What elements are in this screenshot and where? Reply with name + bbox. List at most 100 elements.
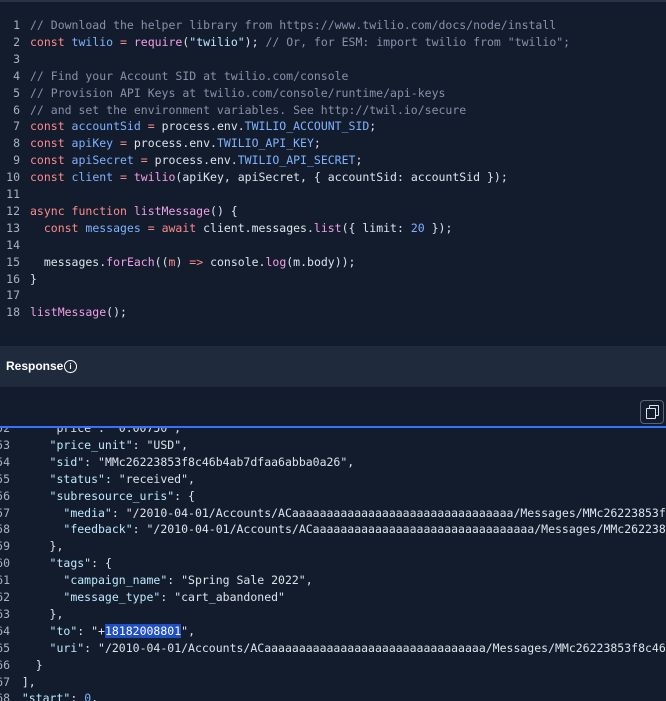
json-text: "price_unit": "USD",	[8, 437, 189, 454]
copy-button[interactable]	[640, 400, 664, 424]
code-token: log	[265, 254, 287, 269]
json-line: 67 ],	[0, 674, 666, 691]
json-text: "status": "received",	[8, 471, 195, 488]
code-token: ();	[106, 305, 127, 320]
code-token: =	[113, 136, 134, 151]
json-token: "USD"	[146, 437, 182, 452]
code-text: const client = twilio(apiKey, apiSecret,…	[30, 169, 508, 186]
code-token: const	[30, 170, 72, 185]
code-token: await	[161, 220, 204, 235]
line-number: 14	[6, 237, 20, 252]
code-token: ((	[154, 254, 169, 269]
code-line: 1 // Download the helper library from htt…	[0, 17, 666, 34]
json-token: "+	[91, 623, 105, 638]
code-token: }	[30, 271, 37, 286]
code-token: client	[71, 170, 114, 185]
json-token: "/2010-04-01/Accounts/ACaaaaaaaaaaaaaaaa…	[98, 640, 666, 655]
code-token: TWILIO_API_KEY	[216, 136, 314, 151]
line-number: 8	[13, 136, 20, 151]
code-line: 10 const client = twilio(apiKey, apiSecre…	[0, 169, 666, 186]
code-token: =	[113, 170, 134, 185]
code-token: twilio	[133, 170, 176, 185]
json-token: :	[111, 505, 126, 520]
json-line: 63 },	[0, 606, 666, 623]
code-line: 7 const accountSid = process.env.TWILIO_A…	[0, 118, 666, 135]
code-line: 5 // Provision API Keys at twilio.com/con…	[0, 85, 666, 102]
code-text: // Download the helper library from http…	[30, 17, 556, 34]
line-number: 18	[6, 305, 20, 320]
code-token: ;	[355, 153, 363, 168]
json-text: "media": "/2010-04-01/Accounts/ACaaaaaaa…	[8, 505, 666, 522]
json-token: :	[84, 454, 99, 469]
json-token: "price_unit"	[49, 437, 133, 452]
response-panel: 52 "price": "0.00750",53 "price_unit": "…	[0, 387, 666, 701]
code-token: client.messages.	[203, 220, 314, 235]
json-token: "feedback"	[63, 522, 133, 537]
json-token: "to"	[49, 623, 78, 638]
code-sample-panel[interactable]: 1 // Download the helper library from htt…	[0, 2, 666, 346]
line-number: 3	[13, 51, 20, 66]
json-text: ],	[8, 674, 36, 691]
code-token: listMessage	[30, 305, 107, 320]
response-header: Response i	[0, 346, 666, 387]
json-token: "uri"	[49, 640, 85, 655]
code-token: =>	[189, 254, 204, 269]
code-token: console.	[203, 254, 266, 269]
json-token: :	[167, 573, 182, 588]
code-token: forEach	[106, 254, 155, 269]
json-text: "campaign_name": "Spring Sale 2022",	[8, 572, 312, 589]
code-token: )	[175, 254, 190, 269]
code-token: "twilio"	[189, 34, 245, 49]
info-icon[interactable]: i	[64, 360, 77, 373]
line-number: 16	[6, 271, 20, 286]
json-token: :	[77, 623, 92, 638]
code-token: =	[140, 220, 162, 235]
json-token: ,	[91, 691, 99, 701]
json-line: 59 },	[0, 538, 666, 555]
json-token: "/2010-04-01/Accounts/ACaaaaaaaaaaaaaaaa…	[146, 522, 666, 537]
code-text: async function listMessage() {	[30, 203, 238, 220]
json-text: },	[8, 538, 64, 555]
json-line: 64 "to": "+18182008801",	[0, 623, 666, 640]
json-token: "campaign_name"	[63, 573, 168, 588]
line-number: 5	[13, 85, 20, 100]
code-token: (m.body));	[286, 254, 356, 269]
code-token: // Download the helper library from http…	[30, 18, 557, 32]
selected-text: 18182008801	[104, 623, 182, 638]
json-text: "to": "+18182008801",	[8, 623, 195, 640]
code-text: const accountSid = process.env.TWILIO_AC…	[30, 118, 376, 135]
line-number: 15	[6, 254, 20, 269]
code-token: =	[140, 119, 162, 134]
code-line: 2 const twilio = require("twilio"); // Or…	[0, 34, 666, 51]
code-token: // and set the environment variables. Se…	[30, 102, 467, 117]
code-token: messages	[85, 220, 141, 235]
json-token: ,	[188, 623, 196, 638]
line-number: 4	[13, 68, 20, 83]
code-line: 16}	[0, 271, 666, 288]
code-text: // Find your Account SID at twilio.com/c…	[30, 68, 349, 85]
code-line: 18 listMessage();	[0, 304, 666, 321]
json-line: 56 "subresource_uris": {	[0, 488, 666, 505]
json-token: ],	[8, 674, 36, 689]
code-token: apiSecret	[71, 153, 134, 168]
json-line: 52 "price": "0.00750",	[0, 428, 666, 437]
code-line: 12 async function listMessage() {	[0, 203, 666, 220]
code-token: TWILIO_API_SECRET	[237, 153, 356, 168]
json-line: 58 "feedback": "/2010-04-01/Accounts/ACa…	[0, 521, 666, 538]
line-number: 6	[13, 102, 20, 117]
response-json[interactable]: 52 "price": "0.00750",53 "price_unit": "…	[0, 428, 666, 701]
json-line: 60 "tags": {	[0, 555, 666, 572]
json-text: "uri": "/2010-04-01/Accounts/ACaaaaaaaaa…	[8, 640, 666, 657]
json-line: 55 "status": "received",	[0, 471, 666, 488]
json-token: "tags"	[49, 556, 92, 571]
line-number: 11	[6, 187, 20, 201]
code-token: // Provision API Keys at twilio.com/cons…	[30, 85, 446, 100]
code-text: listMessage();	[30, 304, 127, 321]
json-token: :	[84, 640, 99, 655]
json-text: }	[8, 657, 43, 674]
